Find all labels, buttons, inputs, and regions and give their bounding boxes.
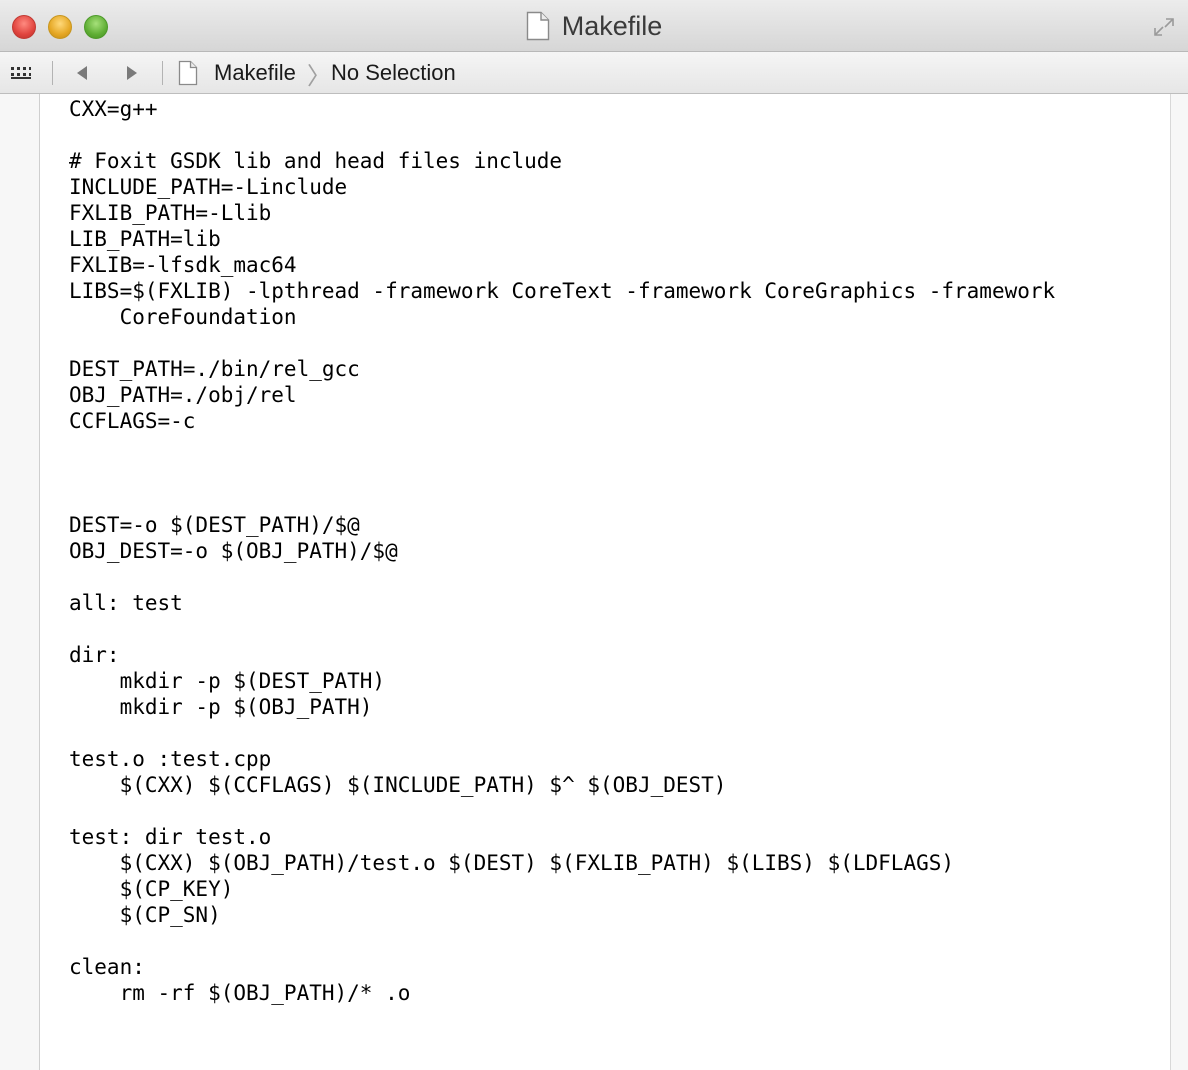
code-line[interactable]: DEST_PATH=./bin/rel_gcc: [69, 356, 1055, 382]
code-line[interactable]: [69, 720, 1055, 746]
code-line[interactable]: OBJ_DEST=-o $(OBJ_PATH)/$@: [69, 538, 1055, 564]
file-icon[interactable]: [178, 52, 200, 94]
code-line[interactable]: [69, 798, 1055, 824]
code-line[interactable]: CoreFoundation: [69, 304, 1055, 330]
code-line[interactable]: DEST=-o $(DEST_PATH)/$@: [69, 512, 1055, 538]
code-line[interactable]: FXLIB_PATH=-Llib: [69, 200, 1055, 226]
code-line[interactable]: CCFLAGS=-c: [69, 408, 1055, 434]
code-line[interactable]: [69, 122, 1055, 148]
line-gutter: [0, 94, 40, 1070]
title-bar[interactable]: Makefile: [0, 0, 1188, 52]
window-title: Makefile: [561, 10, 663, 41]
code-line[interactable]: test: dir test.o: [69, 824, 1055, 850]
code-line[interactable]: $(CXX) $(OBJ_PATH)/test.o $(DEST) $(FXLI…: [69, 850, 1055, 876]
code-line[interactable]: all: test: [69, 590, 1055, 616]
code-line[interactable]: clean:: [69, 954, 1055, 980]
code-line[interactable]: LIBS=$(FXLIB) -lpthread -framework CoreT…: [69, 278, 1055, 304]
code-line[interactable]: [69, 928, 1055, 954]
window-title-group: Makefile: [0, 8, 1188, 44]
jumpbar-divider: [52, 61, 53, 85]
code-line[interactable]: [69, 330, 1055, 356]
code-line[interactable]: [69, 616, 1055, 642]
back-arrow-icon[interactable]: [68, 52, 96, 94]
code-line[interactable]: rm -rf $(OBJ_PATH)/* .o: [69, 980, 1055, 1006]
code-line[interactable]: [69, 486, 1055, 512]
editor-window: Makefile Makefile 〉 No Selection CXX=g++…: [0, 0, 1188, 1070]
code-line[interactable]: $(CXX) $(CCFLAGS) $(INCLUDE_PATH) $^ $(O…: [69, 772, 1055, 798]
code-line[interactable]: test.o :test.cpp: [69, 746, 1055, 772]
forward-arrow-icon[interactable]: [118, 52, 146, 94]
code-line[interactable]: mkdir -p $(OBJ_PATH): [69, 694, 1055, 720]
document-icon[interactable]: [526, 11, 550, 41]
code-line[interactable]: [69, 434, 1055, 460]
jumpbar-divider: [162, 61, 163, 85]
jumpbar-selection[interactable]: No Selection: [331, 52, 456, 94]
code-line[interactable]: $(CP_SN): [69, 902, 1055, 928]
related-items-grid-icon[interactable]: [10, 52, 36, 94]
code-line[interactable]: dir:: [69, 642, 1055, 668]
code-line[interactable]: OBJ_PATH=./obj/rel: [69, 382, 1055, 408]
code-line[interactable]: # Foxit GSDK lib and head files include: [69, 148, 1055, 174]
chevron-right-icon: 〉: [307, 62, 331, 90]
code-line[interactable]: CXX=g++: [69, 96, 1055, 122]
code-line[interactable]: [69, 460, 1055, 486]
code-line[interactable]: LIB_PATH=lib: [69, 226, 1055, 252]
code-line[interactable]: mkdir -p $(DEST_PATH): [69, 668, 1055, 694]
code-editor[interactable]: CXX=g++ # Foxit GSDK lib and head files i…: [0, 94, 1188, 1070]
fullscreen-icon[interactable]: [1152, 16, 1176, 38]
code-line[interactable]: $(CP_KEY): [69, 876, 1055, 902]
jumpbar-filename[interactable]: Makefile: [214, 52, 296, 94]
editor-right-margin: [1170, 94, 1188, 1070]
jump-bar: Makefile 〉 No Selection: [0, 52, 1188, 94]
code-line[interactable]: [69, 564, 1055, 590]
code-text[interactable]: CXX=g++ # Foxit GSDK lib and head files i…: [69, 96, 1055, 1006]
code-line[interactable]: FXLIB=-lfsdk_mac64: [69, 252, 1055, 278]
code-line[interactable]: INCLUDE_PATH=-Linclude: [69, 174, 1055, 200]
